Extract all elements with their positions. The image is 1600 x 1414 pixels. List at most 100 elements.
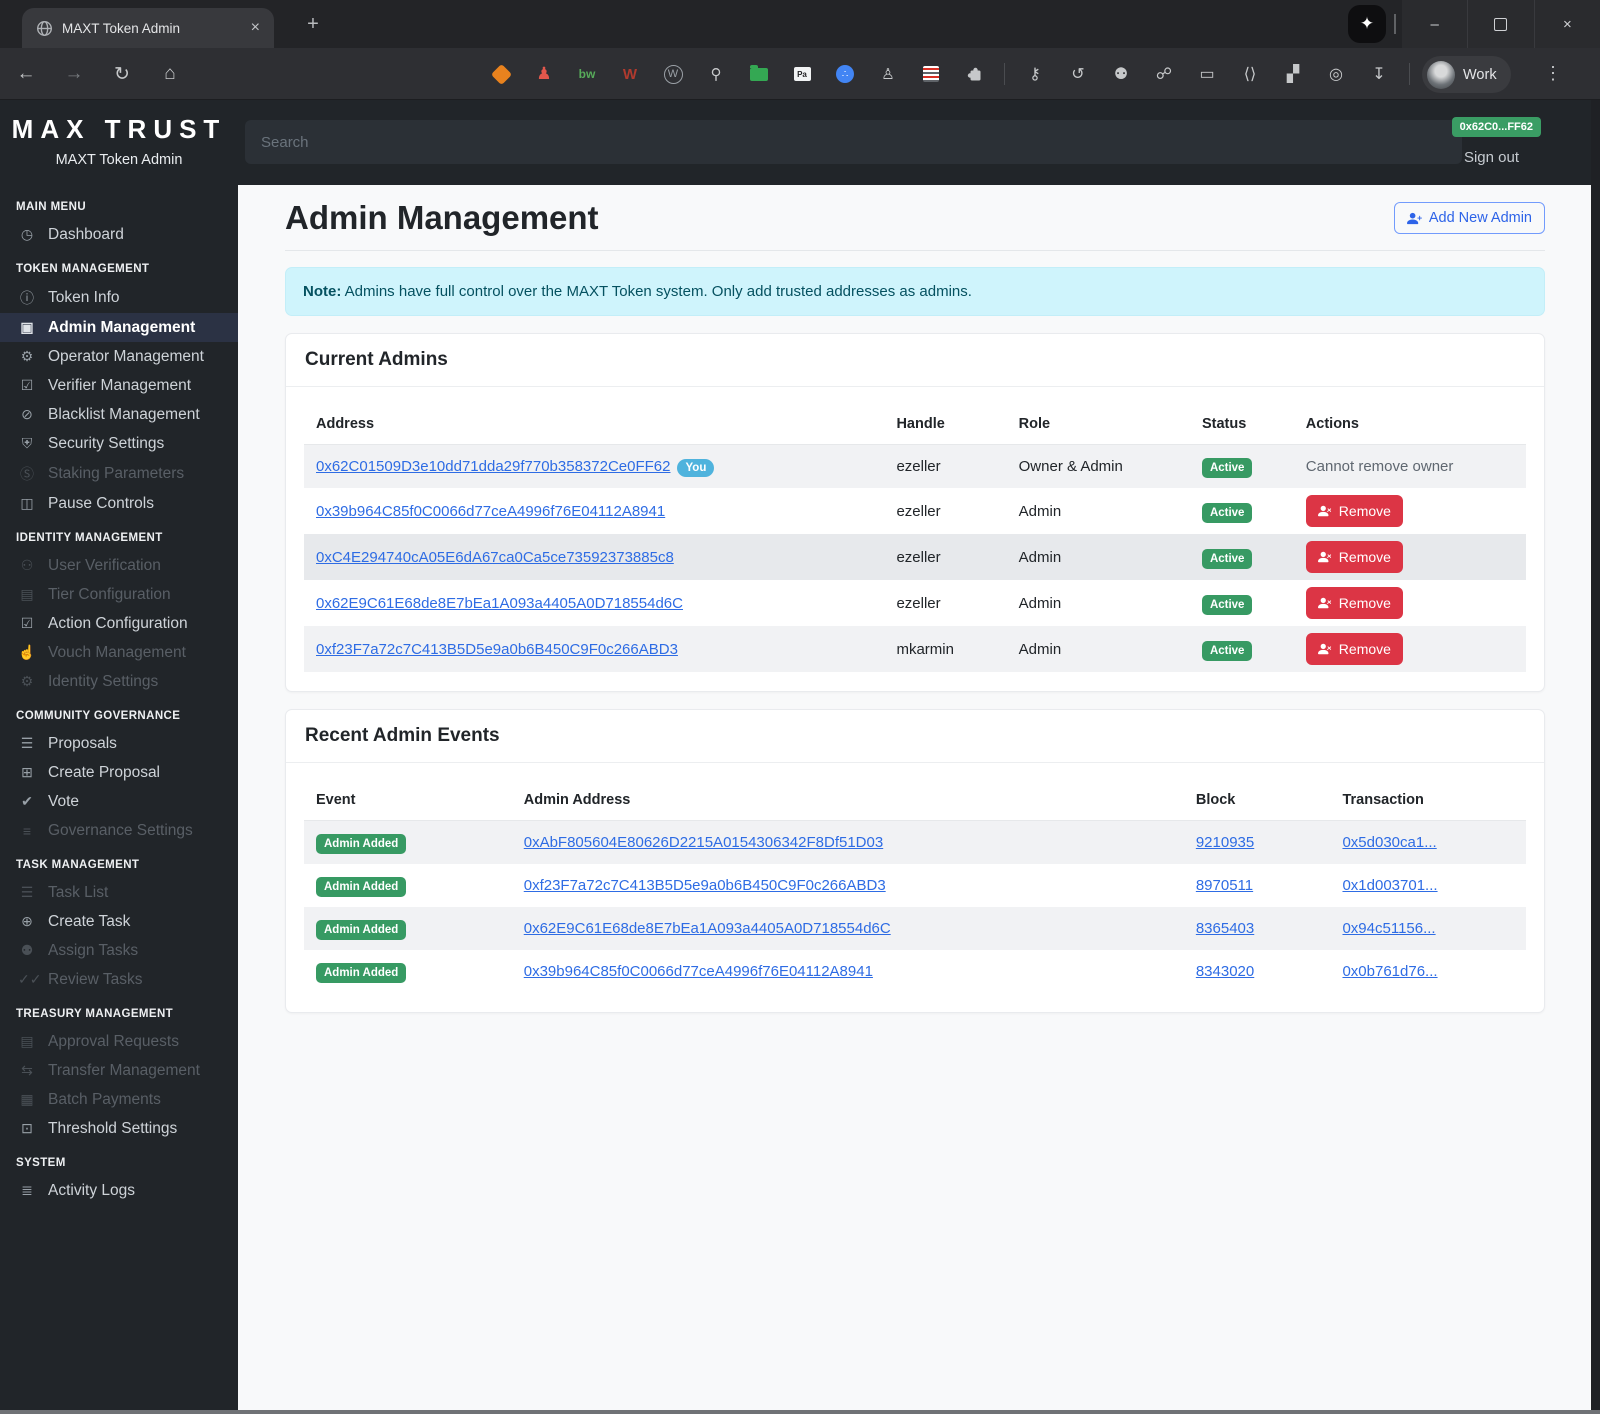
nav-section-title: SYSTEM — [16, 1157, 66, 1169]
events-column-transaction: Transaction — [1330, 780, 1526, 821]
admin-address-link[interactable]: 0xC4E294740cA05E6dA67ca0Ca5ce73592373885… — [316, 549, 674, 566]
sidebar-item-label: Staking Parameters — [48, 464, 185, 482]
remove-admin-button[interactable]: Remove — [1305, 587, 1403, 619]
gemini-icon[interactable]: ✦ — [1348, 5, 1386, 43]
sidebar-item-dashboard[interactable]: ◷ Dashboard — [0, 220, 238, 249]
sidebar-item-label: Dashboard — [48, 225, 124, 243]
qr-scan-icon[interactable]: ▞ — [1280, 64, 1306, 84]
sidebar-item-label: Operator Management — [48, 347, 204, 365]
reload-button[interactable]: ↻ — [110, 63, 134, 86]
sidebar-item-vote[interactable]: ✔ Vote — [0, 787, 238, 816]
person-x-icon — [1317, 505, 1331, 517]
remove-admin-button[interactable]: Remove — [1305, 633, 1403, 665]
person-walking-icon[interactable]: ⚲ — [703, 61, 729, 87]
brand-subtitle: MAXT Token Admin — [55, 152, 183, 168]
sidebar-item-security-settings[interactable]: ⛨ Security Settings — [0, 429, 238, 458]
sidebar-item-identity-settings: ⚙ Identity Settings — [0, 667, 238, 696]
block-link[interactable]: 8970511 — [1196, 877, 1253, 894]
admin-address-link[interactable]: 0xf23F7a72c7C413B5D5e9a0b6B450C9F0c266AB… — [316, 641, 678, 658]
wordpress-icon[interactable]: W — [660, 61, 686, 87]
wayback-icon[interactable]: W — [617, 61, 643, 87]
browser-tab[interactable]: MAXT Token Admin × — [22, 8, 274, 48]
remove-admin-button[interactable]: Remove — [1305, 541, 1403, 573]
sidebar-item-activity-logs[interactable]: ≣ Activity Logs — [0, 1176, 238, 1205]
extensions-puzzle-icon[interactable] — [961, 61, 987, 87]
transaction-link[interactable]: 0x5d030ca1... — [1342, 834, 1436, 851]
transaction-link[interactable]: 0x94c51156... — [1342, 920, 1435, 937]
password-card-icon[interactable]: Pa — [789, 61, 815, 87]
event-address-link[interactable]: 0xf23F7a72c7C413B5D5e9a0b6B450C9F0c266AB… — [524, 877, 886, 894]
brandwatch-icon[interactable]: bw — [574, 61, 600, 87]
share-icon[interactable]: ∴ — [832, 61, 858, 87]
sidebar-item-verifier-management[interactable]: ☑ Verifier Management — [0, 371, 238, 400]
sidebar-item-label: Activity Logs — [48, 1181, 136, 1199]
admin-address-link[interactable]: 0x62C01509D3e10dd71dda29f770b358372Ce0FF… — [316, 458, 670, 475]
window-minimize-button[interactable]: – — [1402, 0, 1467, 48]
sidebar-item-action-configuration[interactable]: ☑ Action Configuration — [0, 609, 238, 638]
sidebar-item-token-info[interactable]: ⓘ Token Info — [0, 282, 238, 313]
bell-icon[interactable]: ♙ — [875, 61, 901, 87]
sidebar-item-create-proposal[interactable]: ⊞ Create Proposal — [0, 758, 238, 787]
admin-status-cell: Active — [1190, 580, 1294, 626]
new-tab-button[interactable]: + — [300, 12, 326, 38]
home-button[interactable]: ⌂ — [158, 63, 182, 85]
event-address-link[interactable]: 0x39b964C85f0C0066d77ceA4996f76E04112A89… — [524, 963, 873, 980]
sidebar-item-create-task[interactable]: ⊕ Create Task — [0, 907, 238, 936]
main-content: Admin Management Add New Admin Note: Adm… — [238, 185, 1591, 1410]
back-button[interactable]: ← — [14, 63, 38, 85]
devices-icon[interactable]: ▭ — [1194, 64, 1220, 84]
tab-close-icon[interactable]: × — [247, 19, 264, 37]
admin-address-link[interactable]: 0x39b964C85f0C0066d77ceA4996f76E04112A89… — [316, 503, 665, 520]
sidebar-item-blacklist-management[interactable]: ⊘ Blacklist Management — [0, 400, 238, 429]
code-icon[interactable]: ⟨⟩ — [1237, 64, 1263, 84]
sidebar-item-label: Threshold Settings — [48, 1119, 178, 1137]
incognito-icon[interactable]: ⚉ — [1108, 64, 1134, 84]
browser-menu-icon[interactable]: ⋮ — [1544, 63, 1562, 84]
event-address-link[interactable]: 0xAbF805604E80626D2215A0154306342F8Df51D… — [524, 834, 883, 851]
people-icon: ⚇ — [20, 557, 34, 573]
transaction-link[interactable]: 0x1d003701... — [1342, 877, 1437, 894]
metamask-icon[interactable] — [488, 61, 514, 87]
remove-admin-button[interactable]: Remove — [1305, 495, 1403, 527]
admins-column-address: Address — [304, 404, 885, 445]
profile-chip[interactable]: Work — [1422, 56, 1511, 93]
sign-out-link[interactable]: Sign out — [1464, 149, 1519, 166]
sliders-icon: ≡ — [22, 822, 32, 839]
forward-button[interactable]: → — [62, 63, 86, 85]
search-input[interactable] — [245, 120, 1462, 164]
notes-icon[interactable] — [918, 61, 944, 87]
sidebar-item-proposals[interactable]: ☰ Proposals — [0, 729, 238, 758]
sidebar-item-admin-management[interactable]: ▣ Admin Management — [0, 313, 238, 342]
wallet-figure-icon[interactable]: ♟ — [531, 61, 557, 87]
sidebar-item-operator-management[interactable]: ⚙ Operator Management — [0, 342, 238, 371]
sidebar-item-threshold-settings[interactable]: ⊡ Threshold Settings — [0, 1114, 238, 1143]
sidebar-item-label: Blacklist Management — [48, 405, 200, 423]
event-cell: Admin Added — [304, 864, 512, 907]
history-icon[interactable]: ↺ — [1065, 64, 1091, 84]
block-link[interactable]: 8343020 — [1196, 963, 1254, 980]
block-link[interactable]: 8365403 — [1196, 920, 1254, 937]
person-x-icon — [1317, 597, 1331, 609]
event-address-cell: 0xAbF805604E80626D2215A0154306342F8Df51D… — [512, 821, 1184, 865]
sidebar: MAIN MENU ◷ Dashboard TOKEN MANAGEMENT ⓘ Toke… — [0, 185, 238, 1410]
transaction-link[interactable]: 0x0b761d76... — [1342, 963, 1437, 980]
event-address-link[interactable]: 0x62E9C61E68de8E7bEa1A093a4405A0D718554d… — [524, 920, 891, 937]
folder-icon[interactable] — [746, 61, 772, 87]
download-icon[interactable]: ↧ — [1366, 64, 1392, 84]
window-maximize-button[interactable] — [1467, 0, 1533, 48]
block-link[interactable]: 9210935 — [1196, 834, 1254, 851]
event-cell: Admin Added — [304, 950, 512, 993]
sidebar-item-pause-controls[interactable]: ◫ Pause Controls — [0, 489, 238, 518]
admin-role-cell: Admin — [1018, 594, 1062, 612]
cash-icon: ⊡ — [21, 1120, 33, 1136]
key-icon[interactable]: ⚷ — [1022, 64, 1048, 84]
page-search-icon[interactable]: ◎ — [1323, 64, 1349, 84]
add-new-admin-button[interactable]: Add New Admin — [1393, 202, 1545, 234]
currency-circle-icon: Ⓢ — [20, 465, 34, 482]
wallet-address-badge[interactable]: 0x62C0...FF62 — [1451, 117, 1541, 137]
link-icon[interactable]: ☍ — [1151, 64, 1177, 84]
window-close-button[interactable]: × — [1533, 0, 1600, 48]
sidebar-item-label: Verifier Management — [48, 376, 192, 394]
person-x-icon — [1317, 551, 1331, 563]
admin-address-link[interactable]: 0x62E9C61E68de8E7bEa1A093a4405A0D718554d… — [316, 595, 683, 612]
